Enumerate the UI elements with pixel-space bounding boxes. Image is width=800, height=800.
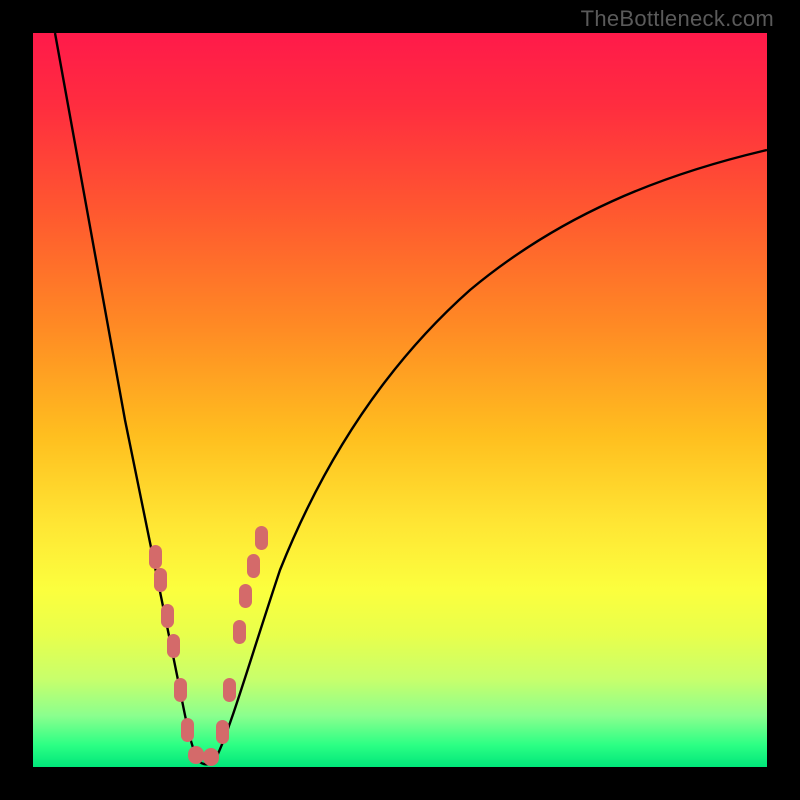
marker-point [149, 545, 162, 569]
bottleneck-curve-svg [0, 0, 800, 800]
marker-point [174, 678, 187, 702]
marker-point [247, 554, 260, 578]
marker-point [203, 748, 219, 766]
marker-point [233, 620, 246, 644]
marker-point [167, 634, 180, 658]
bottleneck-curve [55, 33, 767, 764]
marker-point [161, 604, 174, 628]
marker-point [255, 526, 268, 550]
marker-point [188, 746, 204, 764]
marker-group [149, 526, 268, 766]
marker-point [154, 568, 167, 592]
marker-point [216, 720, 229, 744]
chart-frame: TheBottleneck.com [0, 0, 800, 800]
marker-point [223, 678, 236, 702]
marker-point [181, 718, 194, 742]
marker-point [239, 584, 252, 608]
curve-group [55, 33, 767, 764]
